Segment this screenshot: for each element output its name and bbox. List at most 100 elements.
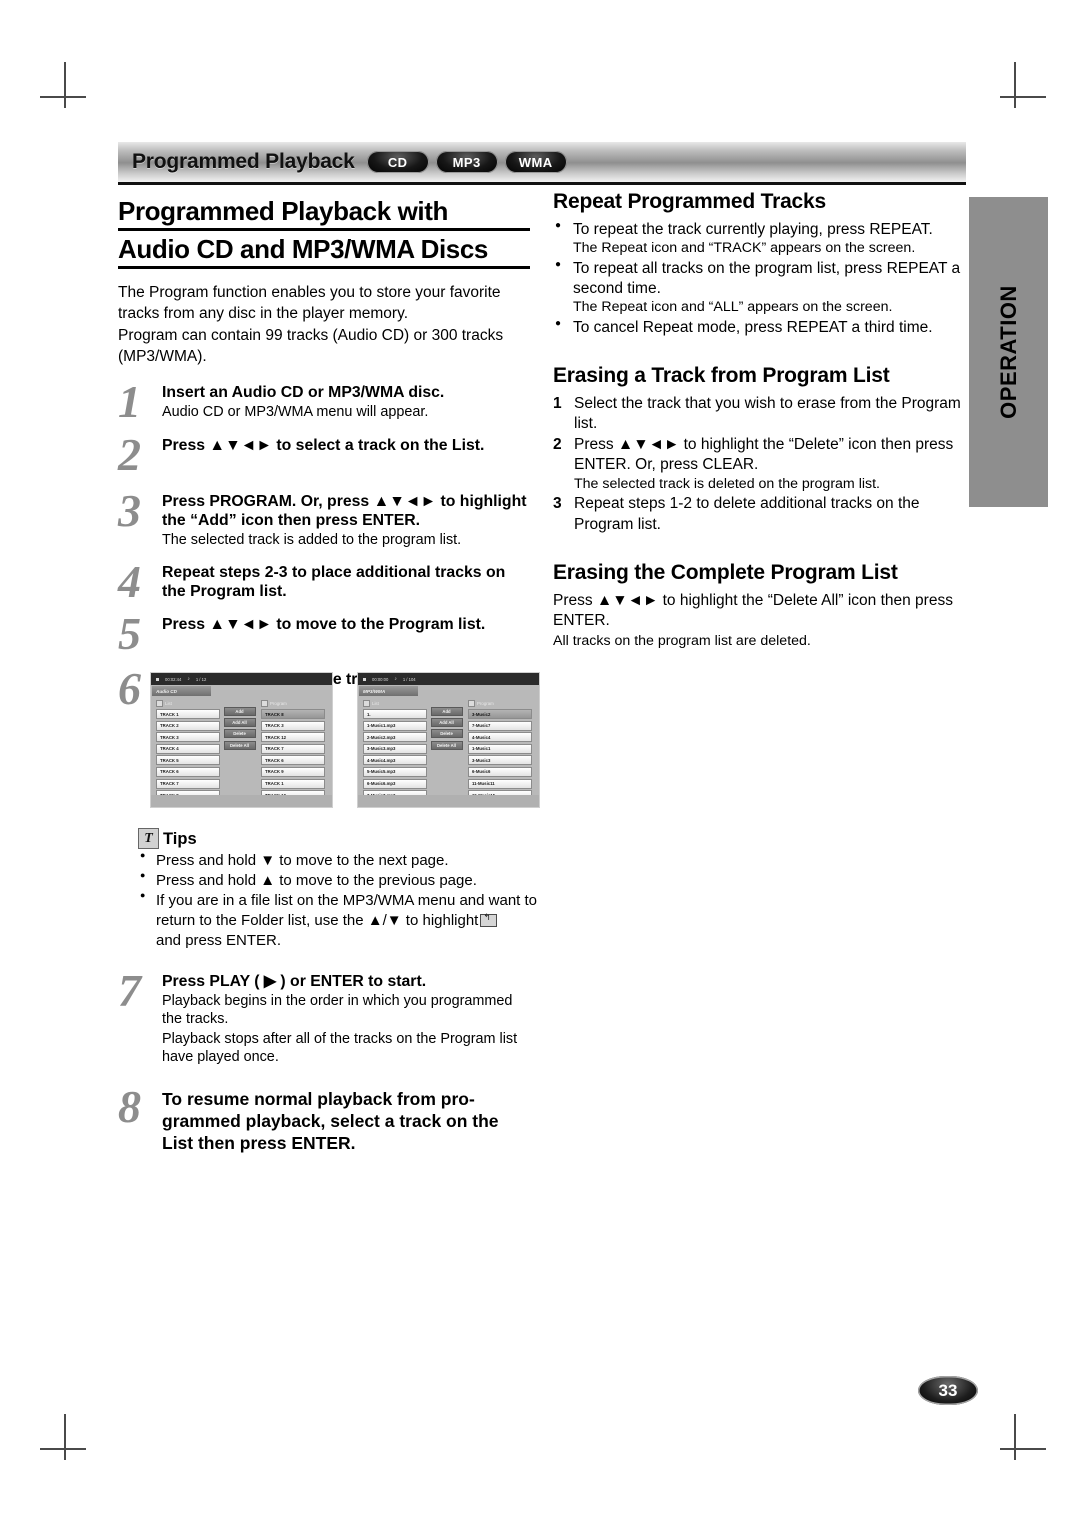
step-3-number: 3 xyxy=(118,484,141,536)
osd-time-mp3: 00:00:00 xyxy=(372,676,389,682)
step-2: 2 Press ▲▼◄► to select a track on the Li… xyxy=(118,431,530,477)
list-item[interactable]: TRACK 1 xyxy=(156,709,220,719)
erase-step-3-text: Repeat steps 1-2 to delete additional tr… xyxy=(574,495,920,533)
list-header-label-cd: List xyxy=(165,701,172,706)
program-item[interactable]: 4-Music4 xyxy=(468,732,532,743)
list-item[interactable]: TRACK 7 xyxy=(156,778,220,789)
section-title: Programmed Playback with Audio CD and MP… xyxy=(118,196,530,270)
screenshot-audio-cd: 00:02:44 ♪ 1 / 12 Audio CD List TRACK 1 … xyxy=(150,672,333,808)
program-item[interactable]: 3-Music3 xyxy=(468,755,532,766)
add-button[interactable]: Add xyxy=(223,707,256,716)
program-item[interactable]: TRACK 7 xyxy=(261,743,325,754)
step-3-text: Press PROGRAM. Or, press ▲▼◄► to highlig… xyxy=(162,492,527,529)
badge-cd: CD xyxy=(366,151,429,173)
list-item[interactable]: 3-Music3.mp3 xyxy=(363,743,427,754)
program-item[interactable]: TRACK 1 xyxy=(261,778,325,789)
list-item[interactable]: 1. xyxy=(363,709,427,719)
step-2-number: 2 xyxy=(118,428,141,480)
program-column-header-cd: Program xyxy=(261,700,325,707)
erase-step-1-number: 1 xyxy=(553,395,562,413)
tips-icon: T xyxy=(138,828,159,849)
program-item[interactable]: TRACK 3 xyxy=(261,720,325,731)
erase-track-step-list: 1 Select the track that you wish to eras… xyxy=(553,394,963,535)
step-4-number: 4 xyxy=(118,556,141,608)
erase-all-text: Press ▲▼◄► to highlight the “Delete All”… xyxy=(553,591,953,630)
step-4: 4 Repeat steps 2-3 to place additional t… xyxy=(118,559,530,605)
program-item[interactable]: TRACK 9 xyxy=(261,766,325,777)
step-8: 8 To resume normal playback from pro- gr… xyxy=(118,1083,530,1154)
list-item[interactable]: TRACK 6 xyxy=(156,766,220,777)
step-7-number: 7 xyxy=(118,965,141,1016)
program-column-mp3: Program 3-Music2 7-Music7 4-Music4 1-Mus… xyxy=(468,700,532,806)
repeat-bullet-2-note: The Repeat icon and “ALL” appears on the… xyxy=(573,299,893,316)
crop-mark-bottom-left-v xyxy=(64,1414,66,1460)
list-item[interactable]: 2-Music2.mp3 xyxy=(363,732,427,743)
list-item[interactable]: 5-Music5.mp3 xyxy=(363,766,427,777)
program-item[interactable]: TRACK 8 xyxy=(261,709,325,719)
program-item[interactable]: 3-Music2 xyxy=(468,709,532,719)
add-all-button[interactable]: Add All xyxy=(223,718,256,728)
action-button-column-mp3: Add Add All Delete Delete All xyxy=(430,700,463,796)
step-7: 7 Press PLAY ( ▶ ) or ENTER to start. Pl… xyxy=(118,968,530,1066)
repeat-bullet-3: To cancel Repeat mode, press REPEAT a th… xyxy=(553,317,963,338)
step-4-text: Repeat steps 2-3 to place additional tra… xyxy=(162,564,506,601)
list-item[interactable]: 6-Music6.mp3 xyxy=(363,778,427,789)
list-header-label-mp3: List xyxy=(372,701,379,706)
program-item[interactable]: 11-Music11 xyxy=(468,778,532,789)
music-note-icon: ♪ xyxy=(394,676,397,682)
left-column-lower: 7 Press PLAY ( ▶ ) or ENTER to start. Pl… xyxy=(118,968,530,1154)
list-item[interactable]: 1-Music1.mp3 xyxy=(363,720,427,731)
delete-all-button[interactable]: Delete All xyxy=(223,740,256,750)
erase-step-1: 1 Select the track that you wish to eras… xyxy=(553,394,963,434)
program-item[interactable]: 1-Music1 xyxy=(468,743,532,754)
step-1-text: Insert an Audio CD or MP3/WMA disc. xyxy=(162,384,445,402)
repeat-bullet-1: To repeat the track currently playing, p… xyxy=(553,219,963,258)
heading-erasing-a-track: Erasing a Track from Program List xyxy=(553,364,890,388)
program-item[interactable]: TRACK 6 xyxy=(261,755,325,766)
repeat-bullet-1-note: The Repeat icon and “TRACK” appears on t… xyxy=(573,240,916,257)
program-item[interactable]: 7-Music7 xyxy=(468,720,532,731)
list-item[interactable]: TRACK 2 xyxy=(156,720,220,731)
delete-button[interactable]: Delete xyxy=(223,729,256,739)
disc-type-tab-cd[interactable]: Audio CD xyxy=(152,686,211,696)
add-all-button[interactable]: Add All xyxy=(430,718,463,728)
osd-track-mp3: 1 / 104 xyxy=(402,676,416,682)
osd-status-bar-mp3: 00:00:00 ♪ 1 / 104 xyxy=(358,673,539,685)
badge-mp3: MP3 xyxy=(435,151,498,173)
screenshot-figure-group: 00:02:44 ♪ 1 / 12 Audio CD List TRACK 1 … xyxy=(150,672,540,808)
action-button-column-cd: Add Add All Delete Delete All xyxy=(223,700,256,796)
step-1-number: 1 xyxy=(118,376,141,428)
heading-erasing-complete-list: Erasing the Complete Program List xyxy=(553,560,898,584)
disc-type-tab-mp3[interactable]: MP3/WMA xyxy=(359,686,418,696)
delete-button[interactable]: Delete xyxy=(430,729,463,739)
crop-mark-bottom-left-h xyxy=(40,1448,86,1450)
list-item[interactable]: TRACK 3 xyxy=(156,732,220,743)
program-item[interactable]: 6-Music6 xyxy=(468,766,532,777)
section-title-line2: Audio CD and MP3/WMA Discs xyxy=(118,234,530,270)
step-2-text: Press ▲▼◄► to select a track on the List… xyxy=(162,436,485,454)
program-panel-mp3: List 1. 1-Music1.mp3 2-Music2.mp3 3-Musi… xyxy=(358,696,539,806)
list-item[interactable]: TRACK 5 xyxy=(156,755,220,766)
add-button[interactable]: Add xyxy=(430,707,463,716)
step-5-text: Press ▲▼◄► to move to the Program list. xyxy=(162,615,486,633)
list-item[interactable]: TRACK 4 xyxy=(156,743,220,754)
section-title-line1: Programmed Playback with xyxy=(118,196,530,232)
program-item[interactable]: TRACK 12 xyxy=(261,732,325,743)
program-panel-cd: List TRACK 1 TRACK 2 TRACK 3 TRACK 4 TRA… xyxy=(151,696,332,806)
heading-repeat-programmed-tracks: Repeat Programmed Tracks xyxy=(553,190,826,213)
erase-step-2-note: The selected track is deleted on the pro… xyxy=(574,475,880,492)
delete-all-button[interactable]: Delete All xyxy=(430,740,463,750)
program-column-header-mp3: Program xyxy=(468,700,532,707)
tip-item-2: Press and hold ▲ to move to the previous… xyxy=(138,870,538,891)
crop-mark-top-right-h xyxy=(1000,96,1046,98)
tip-item-3: If you are in a file list on the MP3/WMA… xyxy=(138,890,538,951)
operation-side-tab: OPERATION xyxy=(969,197,1048,507)
operation-side-tab-label: OPERATION xyxy=(995,285,1021,419)
page-header-bar: Programmed Playback CD MP3 WMA xyxy=(118,142,966,182)
intro-paragraph-2: Program can contain 99 tracks (Audio CD)… xyxy=(118,327,504,365)
music-note-icon: ♪ xyxy=(187,676,190,682)
left-column: Programmed Playback with Audio CD and MP… xyxy=(118,196,530,711)
step-7-text: Press PLAY ( ▶ ) or ENTER to start. xyxy=(162,973,427,990)
step-5-number: 5 xyxy=(118,607,141,659)
list-item[interactable]: 4-Music4.mp3 xyxy=(363,755,427,766)
